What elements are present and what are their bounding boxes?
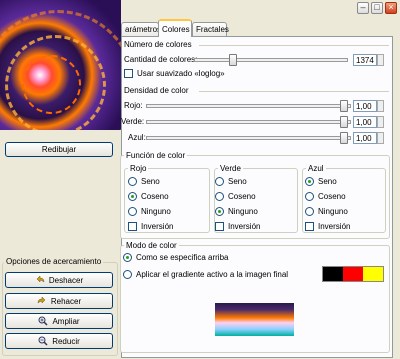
redraw-button[interactable]: Redibujar [5, 142, 113, 157]
red-sine-label: Seno [141, 177, 160, 186]
gradient-stop-1 [323, 267, 343, 281]
blue-cosine-radio[interactable] [305, 192, 314, 201]
density-blue-label: Azul: [128, 133, 146, 142]
red-function-title: Rojo [128, 164, 149, 173]
zoom-in-icon [38, 316, 48, 326]
density-green-spin[interactable] [377, 116, 384, 128]
blue-function-title: Azul [306, 164, 326, 173]
zoom-out-label: Reducir [52, 336, 80, 346]
quantity-slider-track[interactable] [194, 58, 348, 62]
undo-icon [36, 275, 45, 283]
density-red-spin[interactable] [377, 100, 384, 112]
density-blue-value: 1,00 [356, 133, 372, 143]
minimize-button[interactable]: – [357, 2, 369, 14]
density-red-label: Rojo: [124, 101, 143, 110]
smooth-label: Usar suavizado «loglog» [137, 69, 225, 78]
green-none-radio[interactable] [215, 207, 224, 216]
quantity-input[interactable]: 1374 [353, 54, 377, 66]
green-invert-label: Inversión [228, 222, 261, 231]
density-red-input[interactable]: 1,00 [353, 100, 377, 112]
color-mode-title: Modo de color [124, 241, 179, 250]
undo-button[interactable]: Deshacer [5, 272, 113, 288]
green-sine-label: Seno [228, 177, 247, 186]
zoom-in-button[interactable]: Ampliar [5, 313, 113, 329]
density-green-value: 1,00 [356, 117, 372, 127]
tab-colores[interactable]: Colores [158, 19, 192, 37]
density-red-slider[interactable] [146, 104, 351, 108]
density-red-value: 1,00 [356, 101, 372, 111]
zoom-in-label: Ampliar [52, 316, 80, 326]
density-blue-spin[interactable] [377, 132, 384, 144]
num-colors-separator [199, 45, 389, 46]
density-separator [199, 91, 389, 92]
blue-cosine-label: Coseno [318, 192, 346, 201]
tab-fractales-label: Fractales [196, 25, 229, 34]
redraw-label: Redibujar [41, 145, 77, 154]
green-invert-checkbox[interactable] [215, 222, 224, 231]
gradient-stop-3 [363, 267, 383, 281]
tab-parametros-label: arámetros [125, 25, 162, 34]
green-cosine-label: Coseno [228, 192, 256, 201]
fractal-preview-image [0, 0, 121, 130]
quantity-slider-thumb[interactable] [229, 54, 238, 66]
gradient-stop-2 [343, 267, 363, 281]
blue-none-radio[interactable] [305, 207, 314, 216]
panel-scrollbar[interactable] [393, 36, 400, 358]
zoom-out-button[interactable]: Reducir [5, 333, 113, 349]
close-button[interactable]: × [385, 2, 397, 14]
red-sine-radio[interactable] [128, 177, 137, 186]
quantity-value: 1374 [356, 55, 374, 65]
mode-specified-label: Como se especifica arriba [136, 253, 229, 262]
density-green-thumb[interactable] [340, 116, 348, 128]
active-gradient-swatch[interactable] [322, 266, 384, 282]
num-colors-title: Número de colores [124, 40, 192, 49]
green-cosine-radio[interactable] [215, 192, 224, 201]
green-sine-radio[interactable] [215, 177, 224, 186]
blue-none-label: Ninguno [318, 207, 348, 216]
density-red-thumb[interactable] [340, 100, 348, 112]
red-invert-checkbox[interactable] [128, 222, 137, 231]
zoom-out-icon [38, 336, 48, 346]
blue-sine-label: Seno [318, 177, 337, 186]
green-none-label: Ninguno [228, 207, 258, 216]
color-preview-strip [215, 303, 294, 336]
mode-specified-radio[interactable] [123, 253, 132, 262]
density-title: Densidad de color [124, 86, 189, 95]
blue-invert-label: Inversión [318, 222, 351, 231]
density-green-input[interactable]: 1,00 [353, 116, 377, 128]
tab-parametros[interactable]: arámetros [121, 22, 162, 36]
maximize-button[interactable]: □ [371, 2, 383, 14]
tab-fractales[interactable]: Fractales [192, 22, 229, 36]
red-none-radio[interactable] [128, 207, 137, 216]
tab-colores-label: Colores [162, 24, 190, 34]
green-function-title: Verde [218, 164, 243, 173]
density-green-slider[interactable] [146, 120, 351, 124]
quantity-spin-button[interactable] [377, 54, 384, 66]
redo-label: Rehacer [50, 296, 82, 306]
undo-label: Deshacer [48, 275, 84, 285]
zoom-options-title: Opciones de acercamiento [4, 257, 104, 266]
color-function-title: Función de color [124, 151, 188, 160]
density-green-label: Verde: [121, 117, 145, 126]
red-none-label: Ninguno [141, 207, 171, 216]
red-cosine-label: Coseno [141, 192, 169, 201]
density-blue-thumb[interactable] [340, 132, 348, 144]
mode-gradient-radio[interactable] [123, 270, 132, 279]
blue-sine-radio[interactable] [305, 177, 314, 186]
red-invert-label: Inversión [141, 222, 174, 231]
red-cosine-radio[interactable] [128, 192, 137, 201]
mode-gradient-label: Aplicar el gradiente activo a la imagen … [136, 270, 289, 279]
density-blue-slider[interactable] [146, 136, 351, 140]
smooth-checkbox[interactable] [124, 69, 133, 78]
redo-button[interactable]: Rehacer [5, 293, 113, 309]
redo-icon [37, 296, 46, 304]
quantity-label: Cantidad de colores: [124, 55, 198, 64]
density-blue-input[interactable]: 1,00 [353, 132, 377, 144]
blue-invert-checkbox[interactable] [305, 222, 314, 231]
